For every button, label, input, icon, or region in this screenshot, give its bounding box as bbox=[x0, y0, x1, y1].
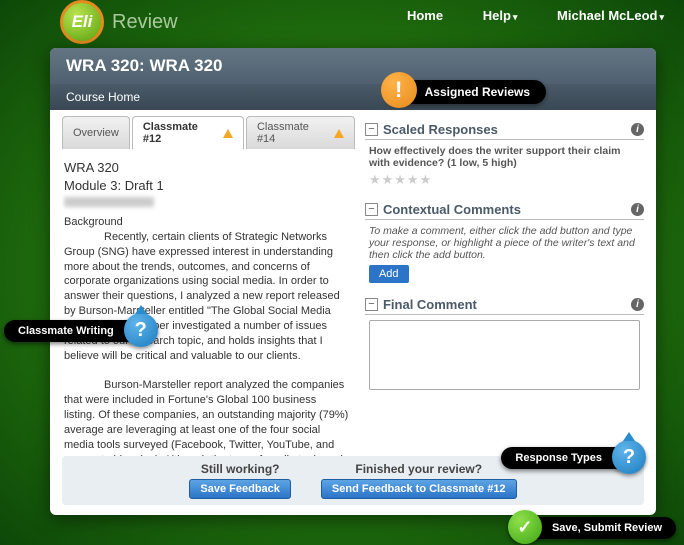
add-comment-button[interactable]: Add bbox=[369, 265, 409, 283]
callout-save-submit: ✓ Save, Submit Review bbox=[510, 517, 676, 539]
nav-help[interactable]: Help▾ bbox=[465, 8, 518, 23]
save-feedback-button[interactable]: Save Feedback bbox=[189, 479, 291, 499]
callout-classmate-writing-label: Classmate Writing bbox=[18, 325, 114, 337]
tab-overview[interactable]: Overview bbox=[62, 116, 130, 149]
tab-classmate-14[interactable]: Classmate #14 bbox=[246, 116, 355, 149]
course-home-link[interactable]: Course Home bbox=[66, 90, 140, 104]
logo-text: Review bbox=[112, 11, 178, 34]
final-comment-body bbox=[365, 315, 644, 401]
warning-icon bbox=[334, 129, 344, 138]
doc-module: Module 3: Draft 1 bbox=[64, 177, 349, 195]
nav-home[interactable]: Home bbox=[407, 8, 443, 23]
assigned-reviews-pill: ! Assigned Reviews bbox=[385, 80, 546, 104]
assigned-reviews-label: Assigned Reviews bbox=[425, 85, 530, 99]
scaled-responses-title: Scaled Responses bbox=[383, 122, 498, 137]
top-nav: Home Help▾ Michael McLeod▾ bbox=[389, 8, 664, 23]
tab-classmate-12[interactable]: Classmate #12 bbox=[132, 116, 244, 149]
final-comment-title: Final Comment bbox=[383, 297, 477, 312]
doc-course: WRA 320 bbox=[64, 159, 349, 177]
rating-stars[interactable]: ★★★★★ bbox=[369, 172, 640, 188]
page-title: WRA 320: WRA 320 bbox=[50, 48, 656, 84]
contextual-hint: To make a comment, either click the add … bbox=[369, 225, 640, 261]
final-comment-input[interactable] bbox=[369, 320, 640, 390]
finished-review-label: Finished your review? bbox=[321, 462, 517, 476]
collapse-scaled-button[interactable]: − bbox=[365, 123, 378, 136]
scaled-prompt: How effectively does the writer support … bbox=[369, 145, 640, 169]
main-panel: WRA 320: WRA 320 Course Home ! Assigned … bbox=[50, 48, 656, 515]
callout-save-submit-label: Save, Submit Review bbox=[552, 522, 662, 534]
warning-icon bbox=[223, 129, 233, 138]
question-icon: ? bbox=[612, 440, 646, 474]
review-tabs: Overview Classmate #12 Classmate #14 bbox=[62, 116, 355, 149]
alert-icon: ! bbox=[381, 72, 417, 108]
doc-heading-background: Background bbox=[64, 215, 349, 230]
collapse-final-button[interactable]: − bbox=[365, 298, 378, 311]
doc-author-redacted bbox=[64, 197, 154, 207]
info-icon[interactable]: i bbox=[631, 298, 644, 311]
final-comment-header: − Final Comment i bbox=[365, 295, 644, 315]
nav-user[interactable]: Michael McLeod▾ bbox=[539, 8, 664, 23]
callout-classmate-writing: Classmate Writing ? bbox=[4, 320, 156, 342]
contextual-comments-body: To make a comment, either click the add … bbox=[365, 220, 644, 291]
tab-classmate-12-label: Classmate #12 bbox=[143, 121, 219, 145]
scaled-responses-body: How effectively does the writer support … bbox=[365, 140, 644, 196]
logo-badge-icon: Eli bbox=[60, 0, 104, 44]
logo[interactable]: Eli Review bbox=[60, 0, 178, 44]
still-working-label: Still working? bbox=[189, 462, 291, 476]
collapse-contextual-button[interactable]: − bbox=[365, 203, 378, 216]
callout-response-types-label: Response Types bbox=[515, 452, 602, 464]
send-feedback-button[interactable]: Send Feedback to Classmate #12 bbox=[321, 479, 517, 499]
doc-paragraph-1: Recently, certain clients of Strategic N… bbox=[64, 230, 349, 364]
contextual-comments-header: − Contextual Comments i bbox=[365, 200, 644, 220]
scaled-responses-header: − Scaled Responses i bbox=[365, 120, 644, 140]
question-icon: ? bbox=[124, 313, 158, 347]
contextual-comments-title: Contextual Comments bbox=[383, 202, 521, 217]
callout-response-types: Response Types ? bbox=[501, 447, 644, 469]
tab-classmate-14-label: Classmate #14 bbox=[257, 121, 330, 145]
subheader: Course Home ! Assigned Reviews bbox=[50, 84, 656, 110]
check-icon: ✓ bbox=[508, 510, 542, 544]
info-icon[interactable]: i bbox=[631, 123, 644, 136]
info-icon[interactable]: i bbox=[631, 203, 644, 216]
